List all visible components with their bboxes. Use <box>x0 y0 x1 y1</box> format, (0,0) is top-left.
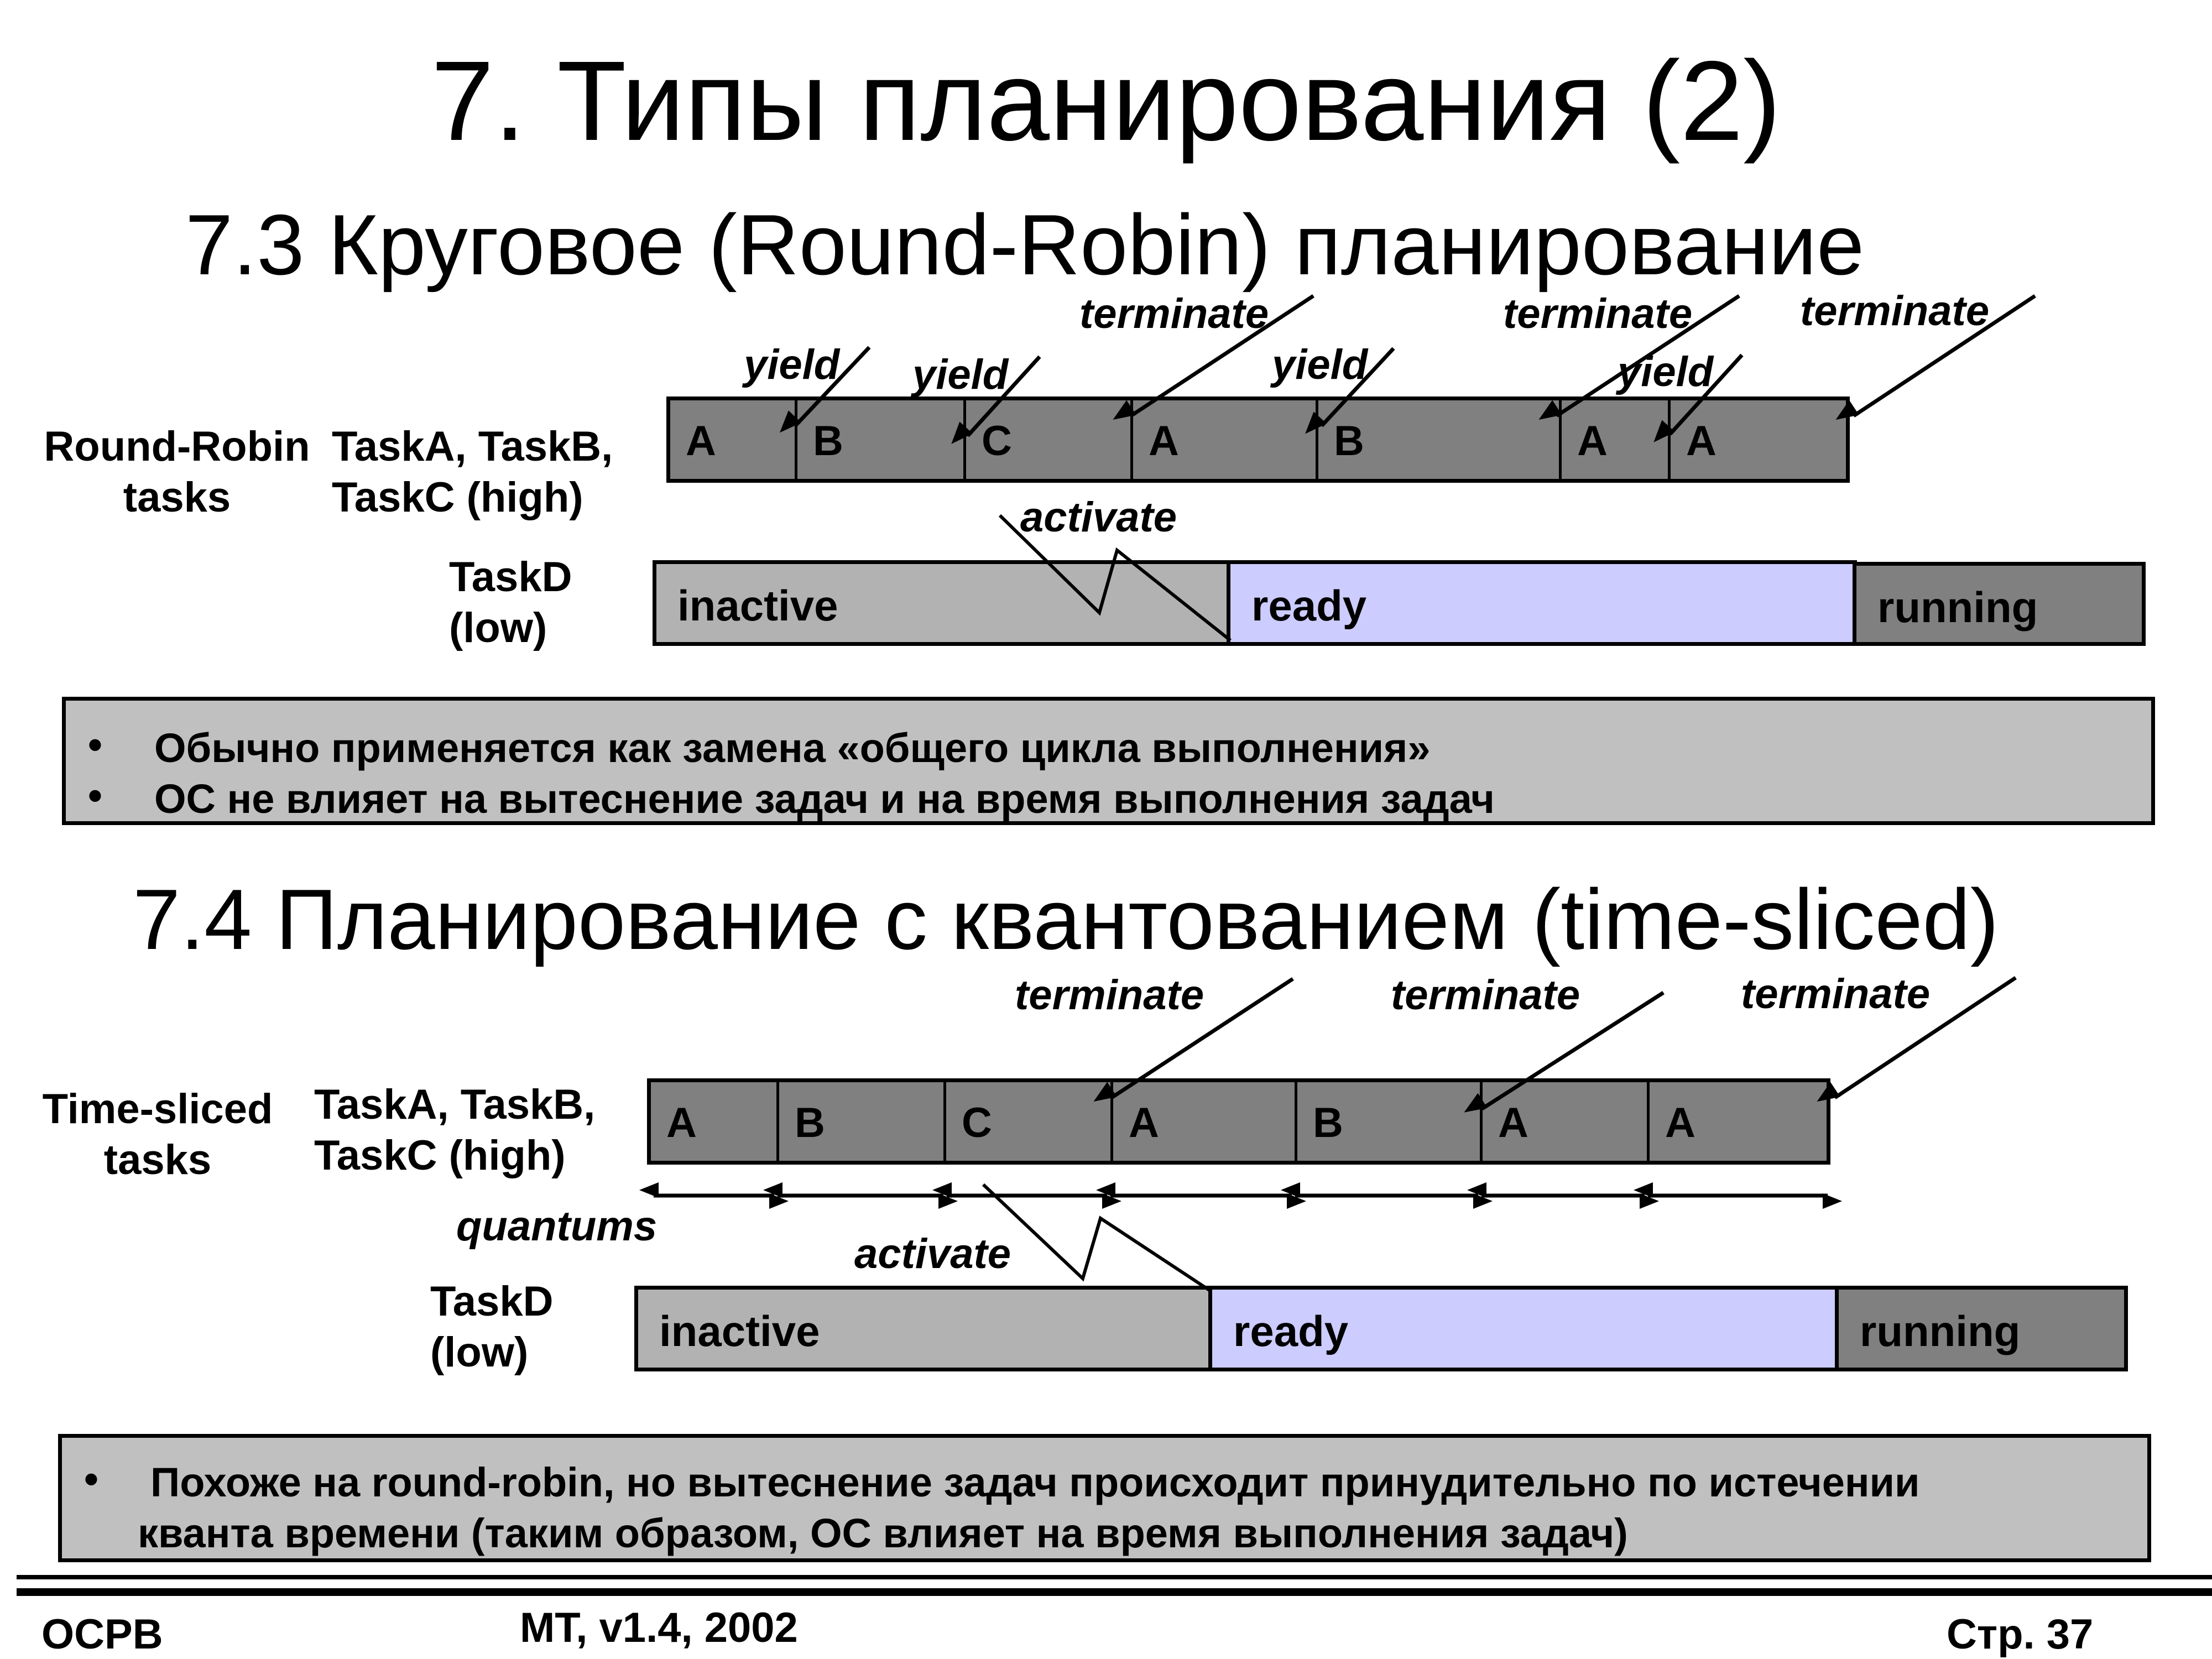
yield-label: yield <box>1618 348 1714 395</box>
timeline-segment: A <box>1562 400 1671 479</box>
terminate-label: terminate <box>1391 972 1580 1019</box>
state-inactive: inactive <box>653 560 1230 646</box>
terminate-label: terminate <box>1800 288 1990 335</box>
time-sliced-group-label: Time-sliced tasks <box>22 1084 293 1186</box>
note-text: Обычно применяется как замена «общего ци… <box>154 725 1431 771</box>
rr-timeline: A B C A B A A <box>666 397 1850 483</box>
section-heading-round-robin: 7.3 Круговое (Round-Robin) планирование <box>185 197 1865 293</box>
terminate-label: terminate <box>1015 972 1204 1019</box>
yield-label: yield <box>912 351 1009 398</box>
footer-page-number: Стр. 37 <box>1947 1611 2094 1658</box>
state-running: running <box>1835 1286 2128 1371</box>
state-inactive: inactive <box>634 1286 1212 1371</box>
low-task-label-line: TaskD <box>430 1278 554 1325</box>
terminate-label: terminate <box>1079 290 1269 337</box>
slide-title: 7. Типы планирования (2) <box>431 38 1781 164</box>
rr-notes-box: • Обычно применяется как замена «общего ц… <box>62 697 2155 825</box>
timeline-segment: A <box>670 400 797 479</box>
yield-label: yield <box>1272 341 1368 388</box>
timeline-segment: B <box>797 400 966 479</box>
state-ready: ready <box>1208 1286 1839 1371</box>
quantums-label: quantums <box>456 1203 658 1250</box>
low-task-label-line: TaskD <box>449 554 572 601</box>
timeline-segment: A <box>1483 1082 1650 1161</box>
timeline-segment: A <box>1133 400 1318 479</box>
footer-rule-thick <box>17 1588 2212 1596</box>
ts-low-task-label: TaskD (low) <box>430 1276 553 1378</box>
state-ready: ready <box>1227 560 1857 646</box>
note-item: • Похоже на round-robin, но вытеснение за… <box>62 1456 2147 1508</box>
note-text: кванта времени (таким образом, ОС влияет… <box>138 1510 1628 1556</box>
group-label-line: Time-sliced <box>42 1086 273 1133</box>
note-text: ОС не влияет на вытеснение задач и на вр… <box>154 776 1495 822</box>
timeline-segment: B <box>1318 400 1562 479</box>
group-label-line: tasks <box>123 474 231 521</box>
footer-version: MT, v1.4, 2002 <box>520 1604 798 1651</box>
note-item: • Обычно применяется как замена «общего ц… <box>66 722 2151 774</box>
low-task-label-line: (low) <box>449 604 547 651</box>
tasks-label-line: TaskC (high) <box>332 474 583 521</box>
bullet-icon: • <box>88 773 102 818</box>
state-running: running <box>1853 562 2146 646</box>
note-item-continuation: кванта времени (таким образом, ОС влияет… <box>62 1508 2147 1559</box>
timeline-segment: A <box>651 1082 779 1161</box>
footer-course: ОСРВ <box>41 1611 163 1658</box>
ts-timeline: A B C A B A A <box>647 1078 1830 1165</box>
rr-high-tasks-label: TaskA, TaskB, TaskC (high) <box>332 421 613 523</box>
low-task-label-line: (low) <box>430 1329 529 1376</box>
bullet-icon: • <box>88 722 102 768</box>
terminate-label: terminate <box>1741 971 1931 1018</box>
round-robin-group-label: Round-Robin tasks <box>39 421 315 523</box>
activate-label: activate <box>854 1230 1011 1277</box>
timeline-segment: C <box>946 1082 1113 1161</box>
ts-high-tasks-label: TaskA, TaskB, TaskC (high) <box>314 1079 595 1181</box>
activate-label: activate <box>1020 494 1177 541</box>
timeline-segment: B <box>1297 1082 1483 1161</box>
tasks-label-line: TaskA, TaskB, <box>332 423 613 470</box>
terminate-label: terminate <box>1503 290 1693 337</box>
activate-connector <box>982 1183 1212 1293</box>
section-heading-time-sliced: 7.4 Планирование с квантованием (time-sl… <box>133 872 1999 967</box>
note-item: • ОС не влияет на вытеснение задач и на в… <box>66 773 2151 825</box>
timeline-segment: A <box>1671 400 1846 479</box>
tasks-label-line: TaskC (high) <box>314 1132 566 1179</box>
ts-notes-box: • Похоже на round-robin, но вытеснение за… <box>58 1434 2151 1562</box>
timeline-segment: A <box>1650 1082 1827 1161</box>
group-label-line: Round-Robin <box>44 423 310 470</box>
timeline-segment: B <box>779 1082 946 1161</box>
bullet-icon: • <box>84 1456 98 1502</box>
footer-rule-thin <box>17 1575 2212 1579</box>
note-text: Похоже на round-robin, но вытеснение зад… <box>150 1459 1920 1505</box>
yield-label: yield <box>744 341 840 388</box>
tasks-label-line: TaskA, TaskB, <box>314 1081 596 1128</box>
rr-low-task-label: TaskD (low) <box>449 552 572 654</box>
timeline-segment: A <box>1113 1082 1297 1161</box>
group-label-line: tasks <box>103 1136 212 1183</box>
timeline-segment: C <box>966 400 1133 479</box>
